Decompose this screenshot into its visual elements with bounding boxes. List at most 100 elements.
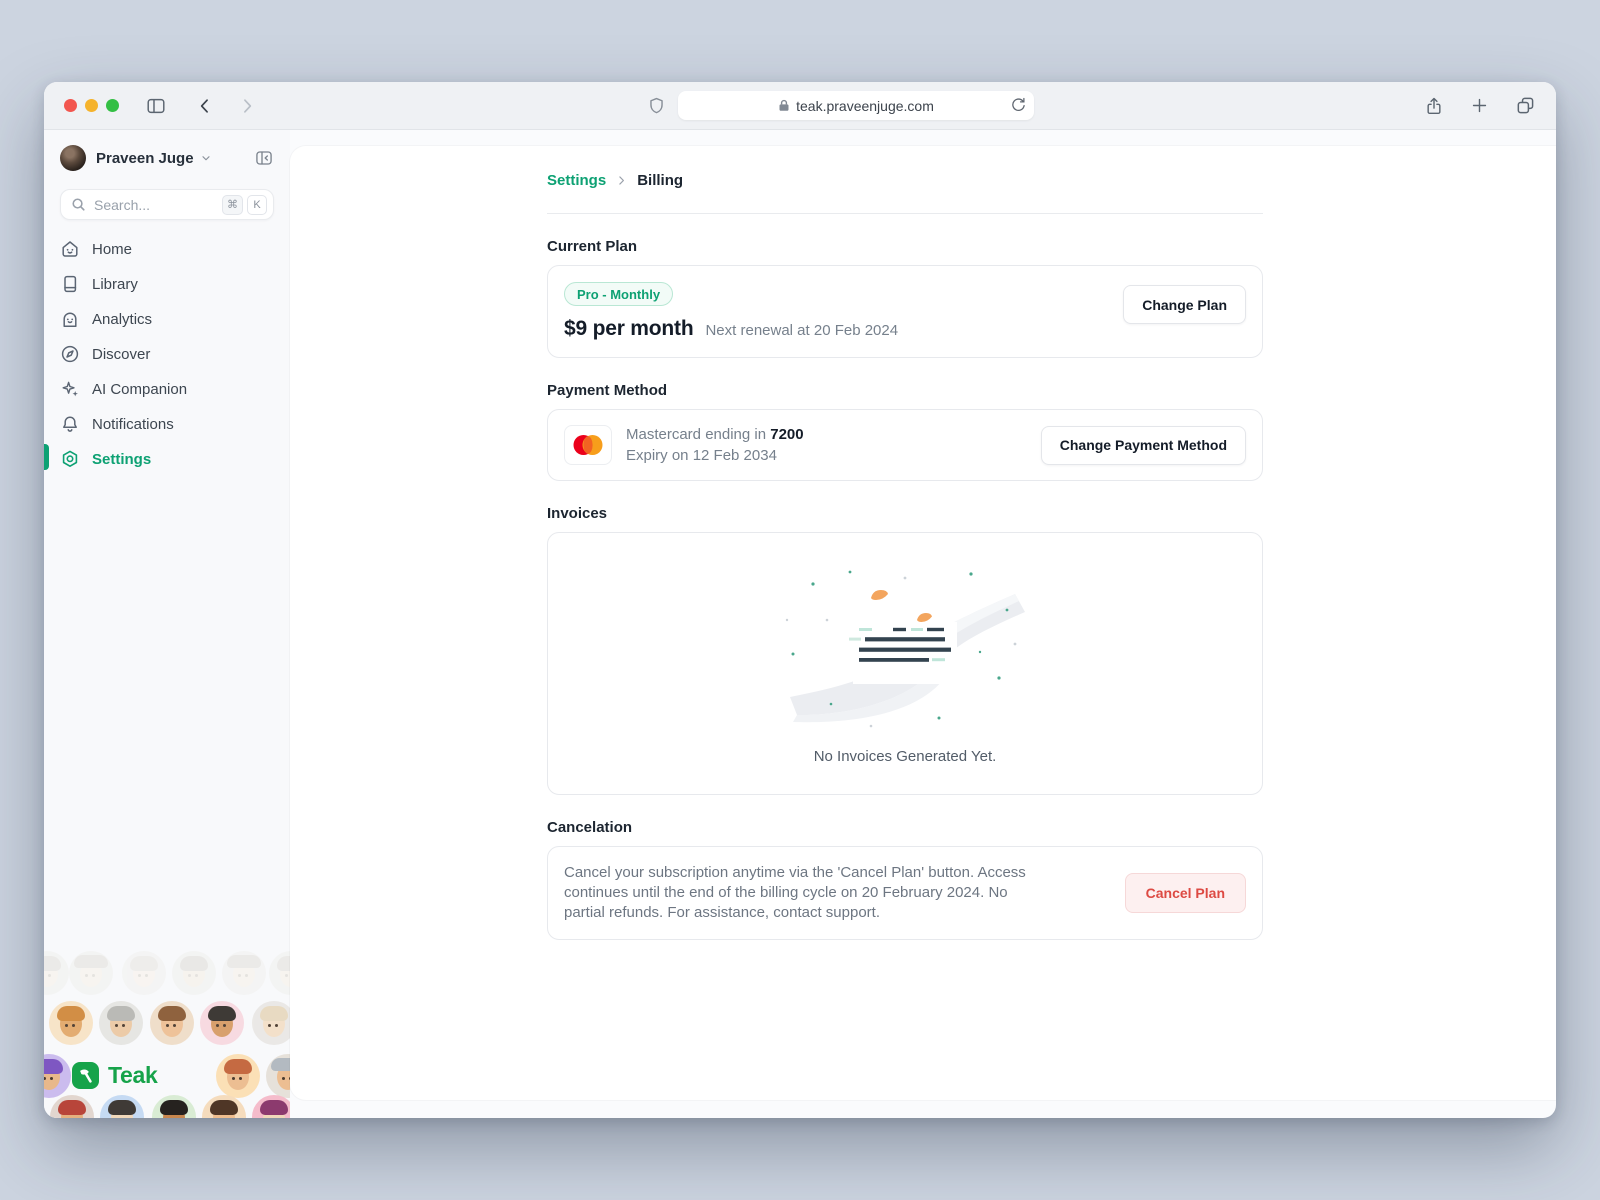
user-menu[interactable]: Praveen Juge (60, 144, 274, 172)
privacy-shield-icon[interactable] (647, 96, 666, 115)
window-content: Teak Praveen Juge (44, 130, 1556, 1118)
breadcrumb-current: Billing (637, 172, 683, 189)
memoji-avatar (152, 1095, 196, 1118)
card-last4: 7200 (770, 426, 803, 443)
sidebar-item-settings[interactable]: Settings (60, 444, 274, 474)
memoji-avatar (266, 1054, 290, 1098)
cancelation-card: Cancel your subscription anytime via the… (547, 846, 1263, 940)
no-invoices-message: No Invoices Generated Yet. (814, 748, 997, 765)
search-icon (71, 197, 86, 212)
memoji-avatar (44, 1054, 71, 1098)
breadcrumb-settings-link[interactable]: Settings (547, 172, 606, 189)
sidebar-item-ai-companion[interactable]: AI Companion (60, 374, 274, 404)
toolbar-sidebar-toggle-icon[interactable] (145, 95, 167, 117)
sidebar-item-notifications[interactable]: Notifications (60, 409, 274, 439)
sidebar-item-home[interactable]: Home (60, 234, 274, 264)
cmd-keycap: ⌘ (222, 195, 243, 215)
new-tab-icon[interactable] (1470, 96, 1489, 115)
cancelation-heading: Cancelation (547, 819, 1263, 836)
browser-window: teak.praveenjuge.com (44, 82, 1556, 1118)
address-bar[interactable]: teak.praveenjuge.com (678, 91, 1034, 120)
plan-badge: Pro - Monthly (564, 282, 673, 306)
payment-method-card: Mastercard ending in 7200 Expiry on 12 F… (547, 409, 1263, 481)
card-expiry-text: Expiry on 12 Feb 2034 (626, 447, 1041, 464)
invoices-card: No Invoices Generated Yet. (547, 532, 1263, 795)
sidebar-item-label: Library (92, 276, 138, 293)
memoji-avatar (100, 1095, 144, 1118)
memoji-avatar (172, 951, 216, 995)
analytics-icon (60, 309, 80, 329)
payment-method-heading: Payment Method (547, 382, 1263, 399)
sidebar-item-label: Notifications (92, 416, 174, 433)
sidebar-item-label: AI Companion (92, 381, 187, 398)
plan-renewal: Next renewal at 20 Feb 2024 (705, 322, 898, 339)
memoji-avatar (44, 951, 69, 995)
sparkles-icon (60, 379, 80, 399)
share-icon[interactable] (1424, 96, 1444, 116)
sidebar-item-label: Analytics (92, 311, 152, 328)
current-plan-heading: Current Plan (547, 238, 1263, 255)
library-icon (60, 274, 80, 294)
discover-icon (60, 344, 80, 364)
memoji-avatar (269, 951, 290, 995)
k-keycap: K (247, 195, 267, 215)
memoji-avatar (222, 951, 266, 995)
bell-icon (60, 414, 80, 434)
memoji-avatar (252, 1001, 290, 1045)
sidebar-item-label: Home (92, 241, 132, 258)
sidebar: Teak Praveen Juge (44, 130, 290, 1118)
app-logo: Teak (72, 1062, 158, 1089)
memoji-avatar (200, 1001, 244, 1045)
browser-toolbar: teak.praveenjuge.com (44, 82, 1556, 130)
user-name: Praveen Juge (96, 150, 194, 167)
toolbar-center: teak.praveenjuge.com (257, 91, 1424, 120)
zoom-window-button[interactable] (106, 99, 119, 112)
chevron-down-icon (200, 152, 212, 164)
settings-icon (60, 449, 80, 469)
current-plan-card: Pro - Monthly $9 per month Next renewal … (547, 265, 1263, 358)
sidebar-item-label: Settings (92, 451, 151, 468)
sidebar-nav: Home Library Analytics Discover (60, 234, 274, 474)
cancelation-description: Cancel your subscription anytime via the… (564, 863, 1026, 923)
sidebar-item-discover[interactable]: Discover (60, 339, 274, 369)
memoji-avatar (69, 951, 113, 995)
sidebar-item-library[interactable]: Library (60, 269, 274, 299)
card-ending-text: Mastercard ending in 7200 (626, 426, 1041, 443)
tab-overview-icon[interactable] (1515, 95, 1536, 116)
mastercard-icon (564, 425, 612, 465)
search-input[interactable] (94, 197, 222, 213)
memoji-avatar (49, 1001, 93, 1045)
cancel-plan-button[interactable]: Cancel Plan (1125, 873, 1246, 913)
user-avatar (60, 145, 86, 171)
sidebar-item-analytics[interactable]: Analytics (60, 304, 274, 334)
main-content: Settings Billing Current Plan Pro - Mont… (290, 146, 1556, 1100)
memoji-avatar (122, 951, 166, 995)
refresh-icon[interactable] (1010, 96, 1027, 116)
back-icon[interactable] (195, 96, 215, 116)
memoji-avatar (216, 1054, 260, 1098)
invoices-heading: Invoices (547, 505, 1263, 522)
minimize-window-button[interactable] (85, 99, 98, 112)
url-text: teak.praveenjuge.com (796, 98, 934, 114)
forward-icon (237, 96, 257, 116)
empty-invoices-illustration (775, 562, 1035, 734)
teak-axe-icon (72, 1062, 99, 1089)
memoji-avatar (202, 1095, 246, 1118)
desktop-background: teak.praveenjuge.com (0, 0, 1600, 1200)
chevron-right-icon (615, 174, 628, 187)
plan-price: $9 per month (564, 317, 693, 341)
active-nav-indicator (44, 444, 49, 470)
change-payment-method-button[interactable]: Change Payment Method (1041, 426, 1246, 465)
close-window-button[interactable] (64, 99, 77, 112)
sidebar-item-label: Discover (92, 346, 150, 363)
memoji-avatar (50, 1095, 94, 1118)
logo-text: Teak (108, 1062, 158, 1089)
memoji-avatar (99, 1001, 143, 1045)
change-plan-button[interactable]: Change Plan (1123, 285, 1246, 324)
home-icon (60, 239, 80, 259)
toolbar-right (1424, 95, 1536, 116)
search-bar[interactable]: ⌘ K (60, 189, 274, 220)
memoji-avatar (252, 1095, 290, 1118)
sidebar-collapse-icon[interactable] (254, 148, 274, 168)
lock-icon (778, 99, 790, 112)
